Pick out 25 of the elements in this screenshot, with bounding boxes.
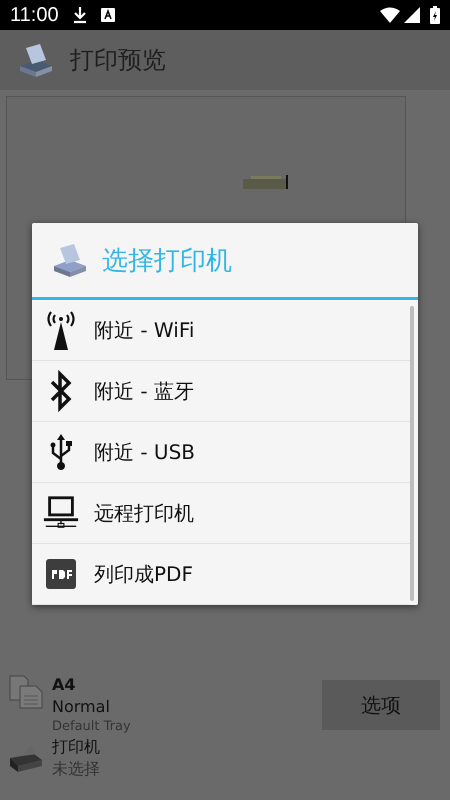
preview-thumbnail-icon [243, 175, 291, 189]
pdf-file-icon [45, 558, 77, 590]
cell-signal-icon [404, 7, 420, 23]
printer-label: 打印机 [52, 736, 101, 758]
computer-icon [42, 495, 80, 531]
app-title: 打印预览 [70, 45, 166, 76]
documents-icon [8, 674, 44, 710]
print-quality: Normal [52, 696, 111, 718]
printer-option[interactable]: 附近 - 蓝牙 [32, 361, 410, 422]
paper-tray: Default Tray [52, 718, 131, 736]
status-time: 11:00 [10, 4, 59, 26]
printer-option[interactable]: 远程打印机 [32, 483, 410, 544]
printer-value: 未选择 [52, 758, 101, 780]
wifi-signal-icon [380, 7, 400, 23]
bluetooth-icon [49, 370, 73, 412]
usb-icon [49, 432, 73, 472]
dialog-title: 选择打印机 [102, 244, 232, 278]
printer-option[interactable]: 列印成PDF [32, 544, 410, 605]
scrollbar[interactable] [410, 306, 414, 601]
printer-option[interactable]: 附近 - USB [32, 422, 410, 483]
printer-option[interactable]: 附近 - WiFi [32, 300, 410, 361]
paper-size: A4 [52, 674, 77, 696]
battery-icon [430, 6, 440, 24]
notification-icon [100, 8, 115, 22]
download-icon [72, 6, 87, 24]
